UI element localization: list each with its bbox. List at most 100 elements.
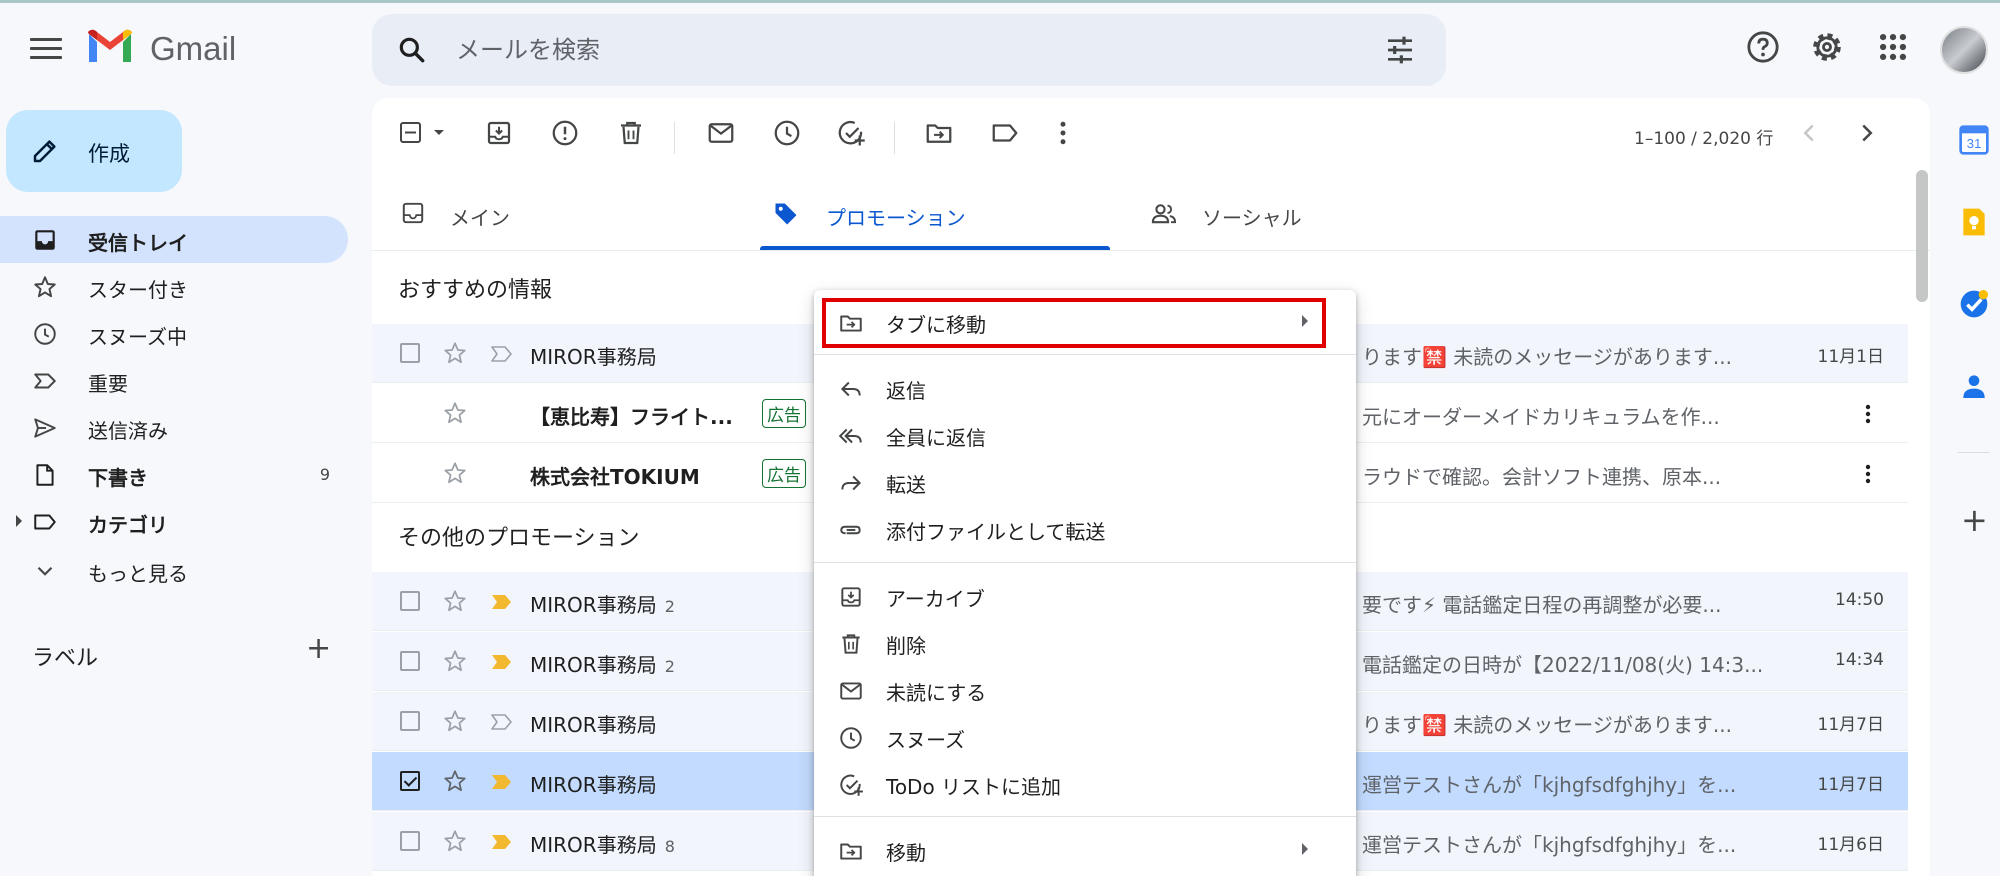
gmail-logo-icon[interactable] <box>86 28 134 66</box>
sidebar-item-important[interactable]: 重要 <box>0 357 348 404</box>
sidebar-item-label: もっと見る <box>88 562 188 586</box>
sidebar-item-sent[interactable]: 送信済み <box>0 404 348 451</box>
search-options-icon[interactable] <box>1384 34 1416 66</box>
expand-arrow-icon[interactable] <box>16 515 22 527</box>
row-checkbox[interactable] <box>400 343 420 363</box>
more-vert-icon[interactable] <box>1048 118 1078 148</box>
menu-divider <box>814 562 1356 563</box>
menu-item-forward-as-attachment[interactable]: 添付ファイルとして転送 <box>814 505 1356 552</box>
tab-promotions[interactable]: プロモーション <box>760 176 1110 250</box>
more-vert-icon[interactable] <box>1856 402 1880 426</box>
sidebar-item-snoozed[interactable]: スヌーズ中 <box>0 310 348 357</box>
calendar-icon[interactable]: 31 <box>1958 124 1990 156</box>
row-checkbox[interactable] <box>400 831 420 851</box>
trash-icon[interactable] <box>616 118 646 148</box>
menu-item-label: 返信 <box>886 379 926 403</box>
forward-icon <box>841 475 862 491</box>
snooze-clock-icon[interactable] <box>772 118 802 148</box>
email-sender: MIROR事務局 2 <box>530 593 675 617</box>
row-checkbox[interactable] <box>400 711 420 731</box>
keep-icon[interactable] <box>1958 206 1990 238</box>
prev-page-icon[interactable] <box>1794 118 1824 148</box>
important-marker-icon[interactable] <box>490 592 514 612</box>
labels-header: ラベル <box>32 646 99 671</box>
menu-item-reply-all[interactable]: 全員に返信 <box>814 411 1356 458</box>
menu-item-move[interactable]: 移動 <box>814 826 1356 873</box>
search-bar[interactable] <box>372 14 1446 86</box>
chevron-down-icon <box>37 566 53 576</box>
sidebar-item-drafts[interactable]: 下書き 9 <box>0 451 348 498</box>
menu-item-snooze[interactable]: スヌーズ <box>814 713 1356 760</box>
move-to-icon[interactable] <box>924 118 954 148</box>
add-label-button[interactable]: + <box>306 634 331 664</box>
search-input[interactable] <box>456 28 1336 72</box>
reply-all-icon <box>838 428 862 444</box>
menu-item-add-to-tasks[interactable]: ToDo リストに追加 <box>814 760 1356 807</box>
add-task-icon[interactable] <box>836 118 866 148</box>
label-as-icon[interactable] <box>990 118 1020 148</box>
star-icon[interactable] <box>442 828 468 854</box>
top-border <box>0 0 2000 3</box>
sidebar-item-categories[interactable]: カテゴリ <box>0 498 348 545</box>
sidebar-item-inbox[interactable]: 受信トレイ <box>0 216 348 263</box>
sidebar-item-more[interactable]: もっと見る <box>0 547 348 594</box>
more-vert-icon[interactable] <box>1856 462 1880 486</box>
sidebar-item-starred[interactable]: スター付き <box>0 263 348 310</box>
tab-social[interactable]: ソーシャル <box>1132 176 1482 250</box>
email-date: 11月6日 <box>1817 835 1884 855</box>
search-icon[interactable] <box>396 34 428 66</box>
archive-icon[interactable] <box>484 118 514 148</box>
tab-primary[interactable]: メイン <box>372 176 752 250</box>
email-date: 14:50 <box>1835 590 1884 610</box>
report-spam-icon[interactable] <box>550 118 580 148</box>
get-addons-button[interactable]: + <box>1961 504 1988 536</box>
compose-button[interactable]: 作成 <box>6 110 182 192</box>
row-checkbox-checked[interactable] <box>400 771 420 791</box>
star-icon[interactable] <box>442 400 468 426</box>
main-menu-button[interactable] <box>26 34 66 66</box>
important-marker-icon[interactable] <box>490 712 514 732</box>
important-marker-icon[interactable] <box>490 652 514 672</box>
menu-item-label: 全員に返信 <box>886 426 986 450</box>
draft-icon <box>36 464 54 486</box>
email-sender: MIROR事務局 <box>530 713 657 737</box>
inbox-icon <box>35 230 55 250</box>
mark-unread-icon[interactable] <box>706 118 736 148</box>
menu-item-reply[interactable]: 返信 <box>814 364 1356 411</box>
settings-gear-icon[interactable] <box>1810 30 1844 64</box>
menu-item-label: アーカイブ <box>886 587 985 611</box>
menu-item-mark-unread[interactable]: 未読にする <box>814 666 1356 713</box>
inbox-icon <box>402 202 424 224</box>
email-snippet: 運営テストさんが「kjhgfsdfghjhy」を... <box>1362 833 1737 857</box>
next-page-icon[interactable] <box>1852 118 1882 148</box>
row-checkbox[interactable] <box>400 651 420 671</box>
select-all-checkbox-icon[interactable] <box>398 118 454 148</box>
tab-label: プロモーション <box>826 206 966 230</box>
star-icon[interactable] <box>442 588 468 614</box>
apps-grid-icon[interactable] <box>1876 30 1910 64</box>
menu-item-forward[interactable]: 転送 <box>814 458 1356 505</box>
email-sender: 株式会社TOKIUM <box>530 465 700 489</box>
svg-text:31: 31 <box>1967 136 1982 151</box>
scrollbar-thumb[interactable] <box>1916 170 1928 302</box>
important-marker-icon[interactable] <box>490 344 514 364</box>
help-icon[interactable] <box>1746 30 1780 64</box>
star-icon[interactable] <box>442 460 468 486</box>
important-marker-icon[interactable] <box>490 832 514 852</box>
menu-item-archive[interactable]: アーカイブ <box>814 572 1356 619</box>
menu-item-delete[interactable]: 削除 <box>814 619 1356 666</box>
toolbar-divider <box>674 122 675 154</box>
star-icon[interactable] <box>442 340 468 366</box>
star-icon[interactable] <box>442 648 468 674</box>
people-icon <box>1151 204 1177 224</box>
important-marker-icon[interactable] <box>490 772 514 792</box>
row-checkbox[interactable] <box>400 591 420 611</box>
star-icon[interactable] <box>442 708 468 734</box>
pagination-range: 1–100 / 2,020 行 <box>1634 129 1774 149</box>
tasks-icon[interactable] <box>1958 288 1990 320</box>
email-date: 11月7日 <box>1817 715 1884 735</box>
account-avatar[interactable] <box>1940 26 1988 74</box>
rail-divider <box>1958 452 1990 453</box>
contacts-icon[interactable] <box>1958 370 1990 402</box>
star-icon[interactable] <box>442 768 468 794</box>
